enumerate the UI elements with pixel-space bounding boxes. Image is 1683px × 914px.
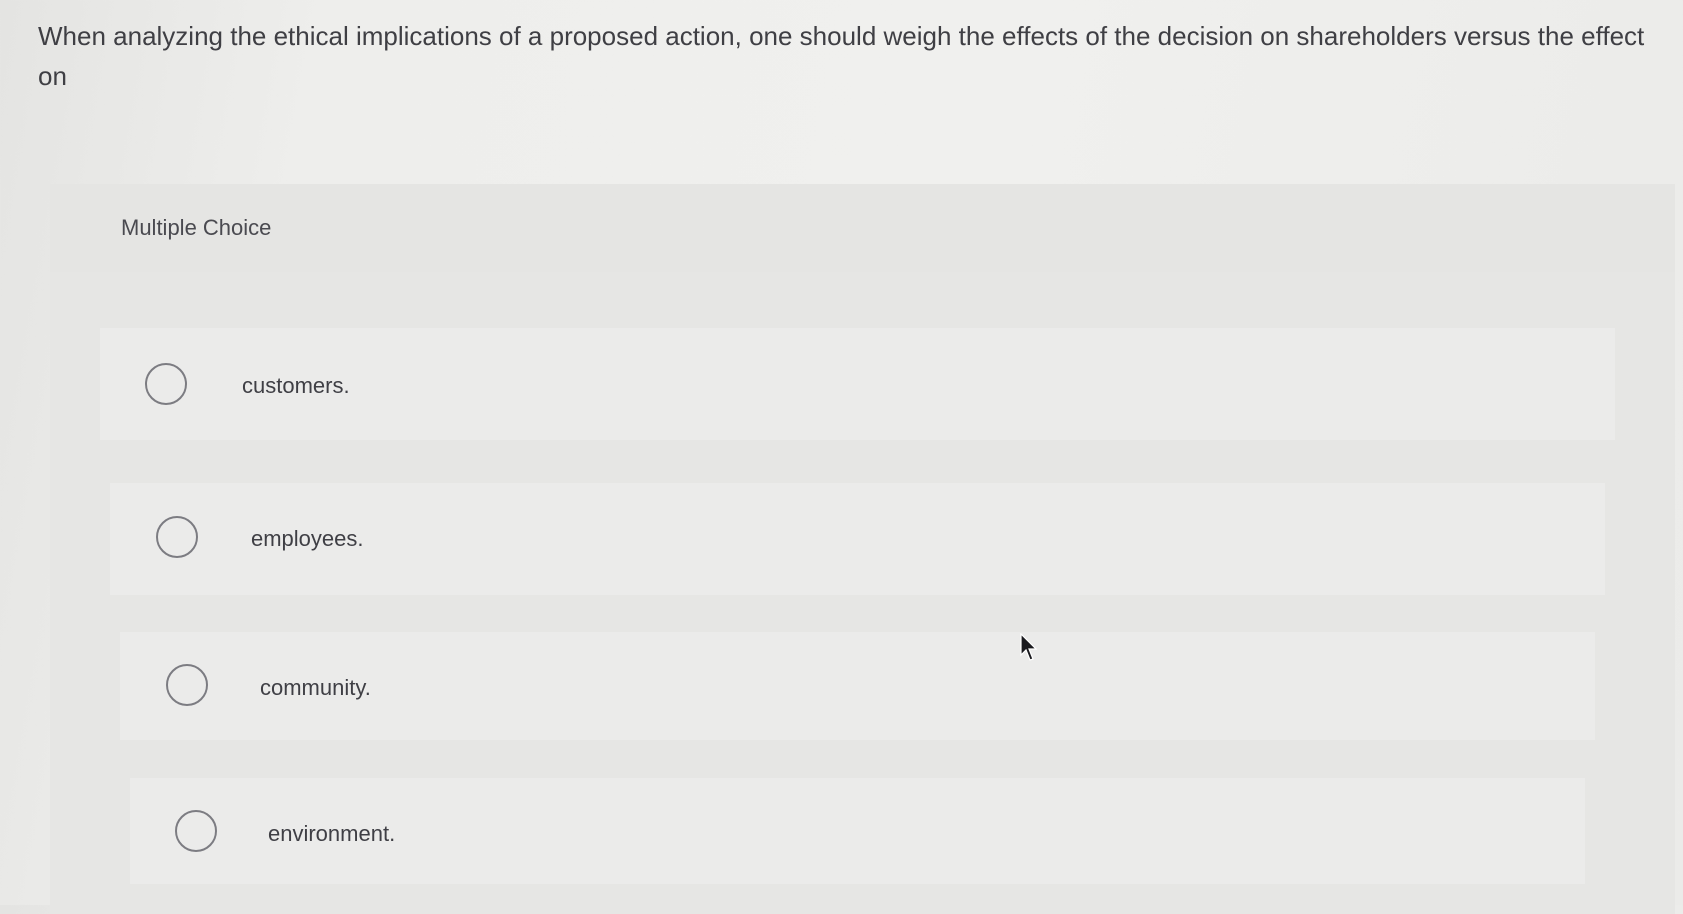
- radio-button-employees[interactable]: [156, 516, 198, 558]
- option-label-environment: environment.: [268, 821, 396, 846]
- question-type-label: Multiple Choice: [121, 215, 272, 240]
- radio-button-community[interactable]: [166, 664, 208, 706]
- option-label-employees: employees.: [251, 526, 364, 551]
- option-label-community: community.: [260, 675, 371, 700]
- option-label-customers: customers.: [242, 373, 350, 398]
- radio-button-environment[interactable]: [175, 810, 217, 852]
- panel-header: [50, 184, 1675, 272]
- radio-button-customers[interactable]: [145, 363, 187, 405]
- arrow-pointer-icon: [1020, 633, 1038, 661]
- question-text: When analyzing the ethical implications …: [38, 21, 1645, 91]
